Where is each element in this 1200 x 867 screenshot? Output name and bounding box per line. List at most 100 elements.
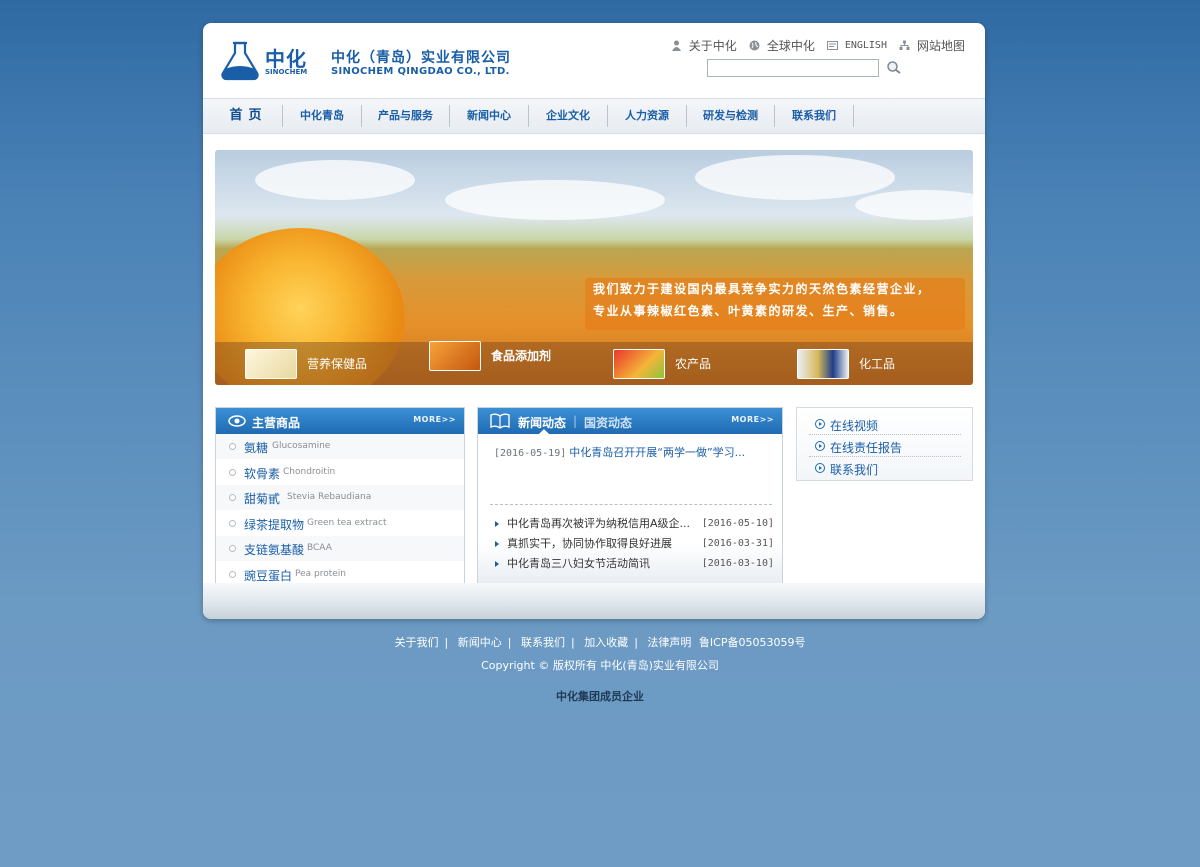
- nav-item-hr[interactable]: 人力资源: [608, 105, 687, 127]
- circle-arrow-icon: [815, 463, 825, 473]
- products-box-header: 主营商品 MORE>>: [216, 408, 464, 434]
- list-item[interactable]: 真抓实干，协同协作取得良好进展 [2016-03-31]: [492, 534, 774, 554]
- product-name-en: BCAA: [307, 543, 332, 553]
- list-item[interactable]: 软骨素 Chondroitin: [216, 460, 464, 485]
- footer-link-legal[interactable]: 法律声明: [647, 636, 691, 649]
- products-list: 氨糖 Glucosamine 软骨素 Chondroitin 甜菊甙 Stevia R…: [216, 434, 464, 587]
- toplink-about[interactable]: 关于中化: [689, 37, 737, 54]
- quick-links-box: 在线视频 在线责任报告 联系我们: [796, 407, 973, 481]
- footer-links: 关于我们 | 新闻中心 | 联系我们 | 加入收藏 | 法律声明 鲁ICP备050530…: [394, 636, 806, 649]
- banner-category-label: 食品添加剂: [491, 349, 552, 363]
- news-title: 真抓实干，协同协作取得良好进展: [507, 537, 672, 550]
- footer-link-news[interactable]: 新闻中心: [458, 636, 502, 649]
- arrow-icon: [495, 521, 499, 527]
- banner-category-nutrition[interactable]: 营养保健品: [245, 342, 367, 385]
- nav-item-news-center[interactable]: 新闻中心: [450, 105, 529, 127]
- chemical-thumbnail: [797, 348, 849, 379]
- main-panel: 中化 SINOCHEM 中化（青岛）实业有限公司 SINOCHEM QINGDA…: [203, 23, 985, 619]
- news-date: [2016-05-10]: [701, 518, 774, 529]
- nav-item-sinochem-qingdao[interactable]: 中化青岛: [283, 105, 362, 127]
- nav-item-contact[interactable]: 联系我们: [775, 105, 854, 127]
- news-date: [2016-03-10]: [701, 558, 774, 569]
- panel-footer-bar: [203, 583, 985, 619]
- product-name-cn: 绿茶提取物: [244, 517, 305, 532]
- banner-category-chemical[interactable]: 化工品: [797, 342, 895, 385]
- list-item[interactable]: 甜菊甙 Stevia Rebaudiana: [216, 485, 464, 511]
- toplink-english[interactable]: ENGLISH: [845, 40, 887, 51]
- product-name-en: Chondroitin: [283, 466, 336, 477]
- product-name-en: Glucosamine: [272, 441, 331, 451]
- toplink-global[interactable]: 全球中化: [767, 37, 815, 54]
- news-list: 中化青岛再次被评为纳税信用A级企... [2016-05-10] 真抓实干，协同协…: [492, 514, 774, 574]
- tab-state-assets-news[interactable]: 国资动态: [584, 414, 632, 431]
- nav-item-culture[interactable]: 企业文化: [529, 105, 608, 127]
- arrow-icon: [495, 561, 499, 567]
- circle-arrow-icon: [815, 419, 825, 429]
- quick-link-label: 在线视频: [830, 419, 879, 433]
- toplink-sitemap[interactable]: 网站地图: [917, 37, 965, 54]
- bullet-icon: [229, 468, 236, 476]
- circle-arrow-icon: [815, 441, 825, 451]
- search-icon[interactable]: [886, 60, 902, 76]
- product-name-cn: 氨糖: [244, 441, 269, 455]
- banner-category-agriculture[interactable]: 农产品: [613, 342, 711, 385]
- product-name-cn: 甜菊甙: [244, 492, 281, 506]
- active-tab-indicator: [539, 429, 549, 434]
- nav-item-rd-testing[interactable]: 研发与检测: [687, 105, 775, 127]
- tab-separator: |: [573, 414, 578, 428]
- logo-text-en: SINOCHEM: [265, 68, 308, 76]
- products-more-link[interactable]: MORE>>: [413, 415, 456, 424]
- news-date: [2016-03-31]: [701, 538, 774, 549]
- product-name-cn: 支链氨基酸: [244, 543, 305, 557]
- product-name-cn: 软骨素: [244, 466, 281, 481]
- list-item[interactable]: 氨糖 Glucosamine: [216, 434, 464, 460]
- quick-link-label: 联系我们: [830, 463, 879, 477]
- language-icon: [826, 41, 838, 50]
- banner-slogan-line1: 我们致力于建设国内最具竞争实力的天然色素经营企业，: [593, 282, 931, 296]
- news-title: 中化青岛再次被评为纳税信用A级企...: [507, 517, 691, 530]
- news-divider: [490, 504, 772, 505]
- bullet-icon: [229, 443, 236, 450]
- news-box: 新闻动态 | 国资动态 MORE>> [2016-05-19] 中化青岛召开开展“…: [477, 407, 783, 584]
- news-title: 中化青岛三八妇女节活动简讯: [507, 557, 650, 570]
- book-icon: [490, 413, 510, 429]
- news-box-header: 新闻动态 | 国资动态 MORE>>: [478, 408, 782, 434]
- eye-icon: [228, 415, 246, 427]
- banner-slogan-line2: 专业从事辣椒红色素、叶黄素的研发、生产、销售。: [593, 304, 904, 318]
- news-date: [2016-05-19]: [494, 448, 567, 459]
- banner-category-strip: 营养保健品 食品添加剂 农产品 化工品: [215, 340, 973, 385]
- quick-link-csr-report[interactable]: 在线责任报告: [809, 436, 961, 457]
- banner-category-label: 农产品: [675, 357, 712, 371]
- bullet-icon: [229, 494, 236, 501]
- food-additive-thumbnail: [429, 340, 481, 371]
- product-name-en: Green tea extract: [307, 517, 387, 528]
- footer-link-about[interactable]: 关于我们: [395, 636, 439, 649]
- nav-item-products-services[interactable]: 产品与服务: [362, 105, 450, 127]
- agriculture-thumbnail: [613, 348, 665, 379]
- list-item[interactable]: 中化青岛再次被评为纳税信用A级企... [2016-05-10]: [492, 514, 774, 534]
- banner-category-label: 营养保健品: [307, 357, 368, 371]
- arrow-icon: [495, 541, 499, 547]
- footer-icp-link[interactable]: 鲁ICP备05053059号: [699, 636, 806, 649]
- company-name-en: SINOCHEM QINGDAO CO., LTD.: [331, 66, 510, 77]
- products-box: 主营商品 MORE>> 氨糖 Glucosamine 软骨素 Chondroitin…: [215, 407, 465, 587]
- footer-link-bookmark[interactable]: 加入收藏: [584, 636, 628, 649]
- footer-link-contact[interactable]: 联系我们: [521, 636, 565, 649]
- banner-category-food-additive[interactable]: 食品添加剂: [429, 334, 551, 377]
- quick-link-video[interactable]: 在线视频: [809, 414, 961, 435]
- banner-slogan: 我们致力于建设国内最具竞争实力的天然色素经营企业， 专业从事辣椒红色素、叶黄素的…: [585, 278, 965, 330]
- main-nav: 首页 中化青岛 产品与服务 新闻中心 企业文化 人力资源 研发与检测 联系我们: [203, 98, 985, 134]
- list-item[interactable]: 中化青岛三八妇女节活动简讯 [2016-03-10]: [492, 554, 774, 574]
- sitemap-icon: [899, 40, 910, 50]
- list-item[interactable]: 绿茶提取物 Green tea extract: [216, 511, 464, 536]
- news-more-link[interactable]: MORE>>: [731, 415, 774, 424]
- news-title: 中化青岛召开开展“两学一做”学习...: [569, 446, 746, 459]
- news-top-item[interactable]: [2016-05-19] 中化青岛召开开展“两学一做”学习...: [494, 444, 745, 460]
- footer-copyright: Copyright © 版权所有 中化(青岛)实业有限公司: [481, 659, 719, 672]
- search-input[interactable]: [707, 59, 879, 77]
- nav-item-home[interactable]: 首页: [215, 105, 283, 127]
- hero-banner[interactable]: 我们致力于建设国内最具竞争实力的天然色素经营企业， 专业从事辣椒红色素、叶黄素的…: [215, 150, 973, 385]
- quick-link-contact[interactable]: 联系我们: [809, 458, 961, 479]
- list-item[interactable]: 支链氨基酸 BCAA: [216, 536, 464, 562]
- nutrition-thumbnail: [245, 348, 297, 379]
